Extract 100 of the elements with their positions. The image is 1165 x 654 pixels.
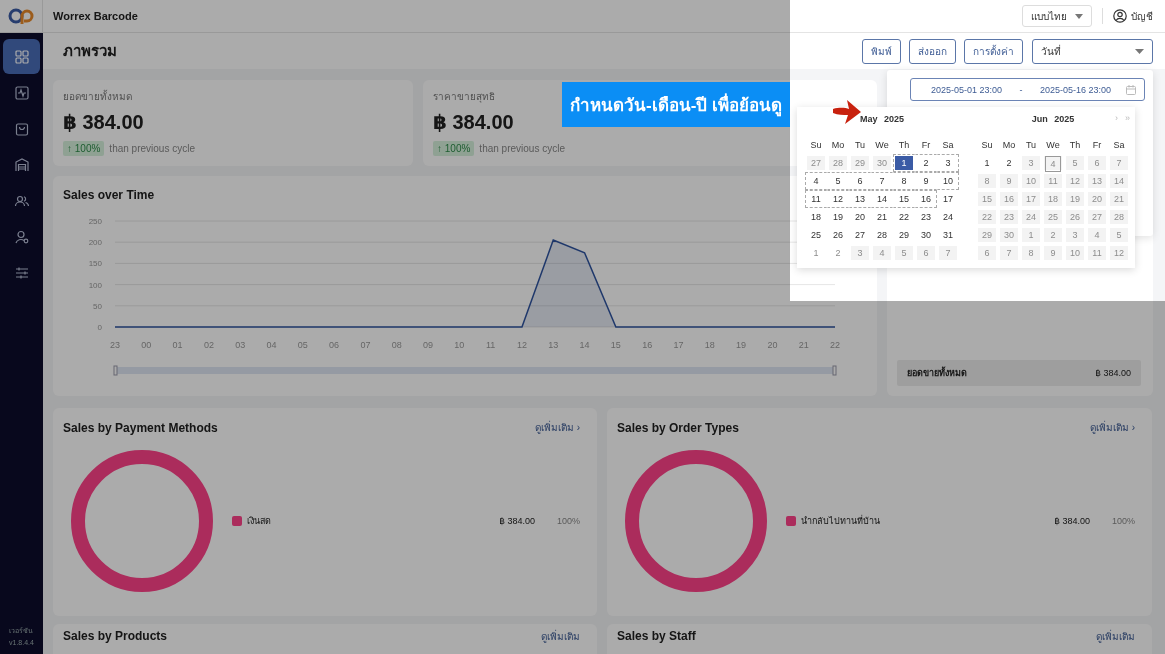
calendar-day[interactable]: 26	[827, 226, 849, 244]
calendar-day: 11	[1086, 244, 1108, 262]
axis-label: 18	[704, 340, 715, 350]
period-select[interactable]: วันที่	[1032, 38, 1153, 64]
legend-label: นำกลับไปทานที่บ้าน	[801, 514, 880, 528]
calendar-day[interactable]: 23	[915, 208, 937, 226]
calendar-day[interactable]: 30	[915, 226, 937, 244]
calendar-day[interactable]: 1	[976, 154, 998, 172]
calendar-day[interactable]: 21	[871, 208, 893, 226]
toolbar-button[interactable]: พิมพ์	[862, 38, 901, 64]
see-more-link[interactable]: ดูเพิ่มเติม ›	[534, 420, 580, 435]
calendar-day[interactable]: 5	[827, 172, 849, 190]
calendar-day[interactable]: 17	[937, 190, 959, 208]
calendar-day[interactable]: 8	[893, 172, 915, 190]
calendar-day: 9	[998, 172, 1020, 190]
calendar-day: 8	[1020, 244, 1042, 262]
calendar-day[interactable]: 3	[937, 154, 959, 172]
calendar-day: 7	[998, 244, 1020, 262]
weekday-label: Mo	[830, 139, 846, 152]
calendar-day: 9	[1042, 244, 1064, 262]
range-start: 2025-05-01 23:00	[931, 84, 1003, 95]
calendar-day[interactable]: 2	[998, 154, 1020, 172]
see-more-link[interactable]: ดูเพิ่มเติม ›	[1089, 420, 1135, 435]
axis-label: 13	[548, 340, 559, 350]
weekday-label: Th	[897, 139, 911, 152]
axis-label: 05	[297, 340, 308, 350]
calendar-day[interactable]: 4	[805, 172, 827, 190]
axis-label: 11	[486, 340, 496, 350]
calendar-day[interactable]: 27	[849, 226, 871, 244]
calendar-day[interactable]: 20	[849, 208, 871, 226]
card-title: Sales over Time	[63, 188, 155, 202]
caret-icon	[1135, 48, 1144, 54]
change-badge: ↑ 100%	[433, 141, 475, 156]
weekday-label: Tu	[1024, 139, 1038, 152]
language-select[interactable]: แบบไทย	[1022, 5, 1092, 27]
weekday-label: Sa	[941, 139, 955, 152]
calendar-day[interactable]: 24	[937, 208, 959, 226]
weekday-label: Mo	[1001, 139, 1017, 152]
calendar-day[interactable]: 13	[849, 190, 871, 208]
axis-label: 23	[110, 340, 120, 350]
axis-label: 02	[203, 340, 214, 350]
stat-note: than previous cycle	[109, 143, 195, 154]
calendar-day[interactable]: 12	[827, 190, 849, 208]
calendar-day[interactable]: 9	[915, 172, 937, 190]
range-slider[interactable]	[113, 365, 837, 376]
weekday-label: We	[874, 139, 890, 152]
calendar-day: 6	[915, 244, 937, 262]
calendar-day: 4	[1086, 226, 1108, 244]
toolbar-button[interactable]: ส่งออก	[909, 38, 956, 64]
toolbar-button[interactable]: การตั้งค่า	[964, 38, 1023, 64]
stat-label: ยอดขายทั้งหมด	[63, 89, 133, 104]
garage-icon	[13, 156, 30, 173]
calendar-day[interactable]: 2	[915, 154, 937, 172]
calendar-day[interactable]: 1	[893, 154, 915, 172]
calendar-day: 25	[1042, 208, 1064, 226]
calendar-day[interactable]: 2	[827, 244, 849, 262]
axis-label: 01	[172, 340, 183, 350]
calendar-day[interactable]: 10	[937, 172, 959, 190]
weekday-label: Fr	[920, 139, 932, 152]
calendar-day[interactable]: 7	[871, 172, 893, 190]
axis-label: 17	[673, 340, 684, 350]
calendar-day: 3	[849, 244, 871, 262]
axis-label: 10	[454, 340, 465, 350]
calendar-day[interactable]: 25	[805, 226, 827, 244]
change-badge: ↑ 100%	[63, 141, 105, 156]
calendar-day[interactable]: 16	[915, 190, 937, 208]
axis-label: 21	[798, 340, 809, 350]
calendar-day[interactable]: 28	[871, 226, 893, 244]
calendar-day[interactable]: 11	[805, 190, 827, 208]
account-button[interactable]: บัญชี	[1113, 8, 1153, 24]
calendar-day: 22	[976, 208, 998, 226]
calendar-day: 6	[976, 244, 998, 262]
see-more-link[interactable]: ดูเพิ่มเติม	[541, 629, 580, 644]
sidebar-button[interactable]	[3, 39, 40, 74]
calendar-day[interactable]: 19	[827, 208, 849, 226]
calendar-day: 5	[1064, 154, 1086, 172]
axis-label: 200	[88, 238, 102, 248]
calendar-day: 2	[1042, 226, 1064, 244]
month-title: Jun 2025	[1031, 114, 1075, 124]
caret-icon	[1075, 13, 1083, 19]
see-more-link[interactable]: ดูเพิ่มเติม	[1096, 629, 1135, 644]
bag-icon	[13, 120, 30, 137]
calendar-day: 13	[1086, 172, 1108, 190]
calendar-day[interactable]: 29	[893, 226, 915, 244]
axis-label: 08	[391, 340, 402, 350]
date-range-field[interactable]: 2025-05-01 23:00 - 2025-05-16 23:00	[910, 78, 1145, 101]
axis-label: 15	[610, 340, 621, 350]
calendar-day: 15	[976, 190, 998, 208]
calendar-day[interactable]: 31	[937, 226, 959, 244]
calendar-day[interactable]: 22	[893, 208, 915, 226]
calendar-day[interactable]: 14	[871, 190, 893, 208]
calendar-day[interactable]: 6	[849, 172, 871, 190]
calendar-day: 10	[1064, 244, 1086, 262]
weekday-label: Su	[980, 139, 994, 152]
card-title: Sales by Staff	[617, 629, 696, 643]
calendar-day[interactable]: 15	[893, 190, 915, 208]
calendar-day[interactable]: 18	[805, 208, 827, 226]
calendar-day: 14	[1108, 172, 1130, 190]
calendar-day: 19	[1064, 190, 1086, 208]
calendar-day[interactable]: 1	[805, 244, 827, 262]
